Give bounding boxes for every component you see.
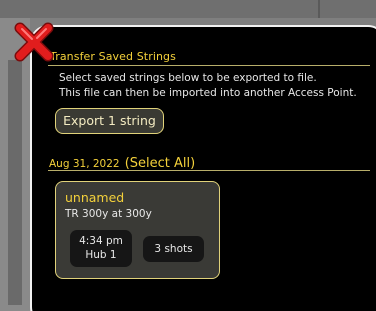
description-line-2: This file can then be imported into anot… (59, 87, 357, 99)
string-hub: Hub 1 (85, 249, 117, 261)
dialog-description: Select saved strings below to be exporte… (59, 71, 357, 101)
date-group-header: Aug 31, 2022 (Select All) (49, 152, 195, 171)
string-subtitle: TR 300y at 300y (65, 208, 152, 220)
export-button[interactable]: Export 1 string (55, 108, 164, 134)
background-divider (318, 0, 320, 18)
background-side-strip (8, 60, 22, 305)
select-all-link[interactable]: (Select All) (125, 156, 196, 171)
app-screen: Transfer Saved Strings Select saved stri… (0, 0, 376, 311)
shots-chip: 3 shots (143, 236, 204, 262)
description-line-1: Select saved strings below to be exporte… (59, 72, 317, 84)
string-name: unnamed (65, 190, 125, 205)
close-x-icon[interactable] (10, 18, 58, 66)
string-time: 4:34 pm (79, 235, 123, 247)
date-group-divider (48, 170, 370, 171)
time-hub-chip: 4:34 pm Hub 1 (70, 230, 132, 267)
saved-string-card[interactable]: unnamed TR 300y at 300y 4:34 pm Hub 1 3 … (55, 181, 220, 279)
section-title-divider (48, 65, 370, 66)
group-date: Aug 31, 2022 (49, 158, 120, 170)
section-title: Transfer Saved Strings (50, 50, 176, 63)
